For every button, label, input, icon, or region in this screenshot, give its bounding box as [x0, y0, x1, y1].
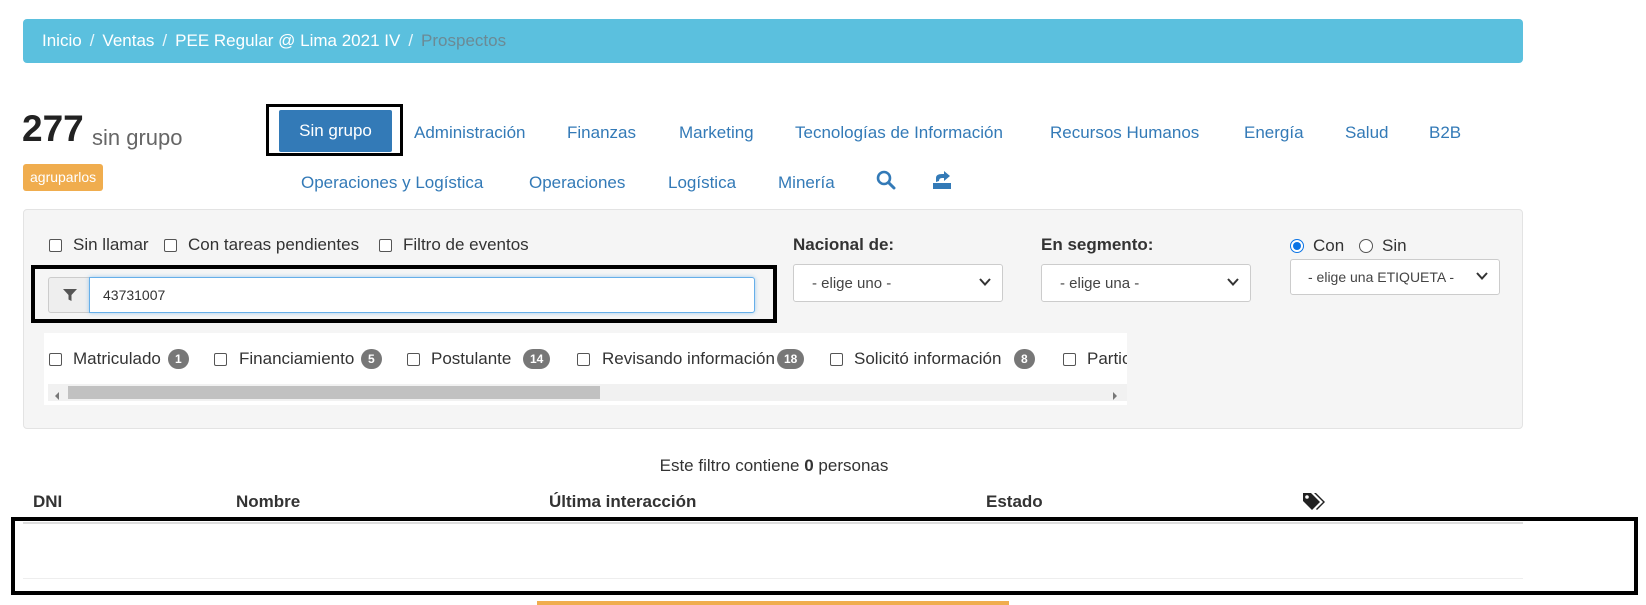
tab-sin-grupo[interactable]: Sin grupo: [279, 110, 392, 152]
chevron-down-icon: [978, 275, 992, 293]
summary-prefix: Este filtro contiene: [659, 456, 800, 475]
tags-icon: [1302, 491, 1326, 516]
status-checkbox[interactable]: [49, 353, 62, 366]
tab-recursos-humanos[interactable]: Recursos Humanos: [1050, 123, 1199, 143]
tag-sin-radio[interactable]: [1359, 239, 1373, 253]
tab-administracion[interactable]: Administración: [414, 123, 526, 143]
tab-operaciones[interactable]: Operaciones: [529, 173, 625, 193]
tab-marketing[interactable]: Marketing: [679, 123, 754, 143]
column-estado[interactable]: Estado: [986, 492, 1043, 512]
tab-energia[interactable]: Energía: [1244, 123, 1304, 143]
prospect-count-label: sin grupo: [92, 125, 183, 150]
filtro-eventos-label: Filtro de eventos: [403, 235, 529, 254]
filter-icon: [48, 277, 90, 313]
tag-select-value: - elige una ETIQUETA -: [1308, 269, 1455, 285]
breadcrumb-ventas[interactable]: Ventas: [102, 31, 154, 51]
segmento-label: En segmento:: [1041, 235, 1154, 254]
tab-salud[interactable]: Salud: [1345, 123, 1388, 143]
tag-con-radio[interactable]: [1290, 239, 1304, 253]
tab-tecnologias[interactable]: Tecnologías de Información: [795, 123, 1003, 143]
chevron-down-icon: [1226, 275, 1240, 293]
prospect-count: 277: [22, 108, 84, 149]
scrollbar-thumb[interactable]: [68, 386, 600, 399]
chevron-down-icon: [1475, 269, 1489, 286]
status-count-badge: 8: [1014, 349, 1035, 369]
segmento-select-value: - elige una -: [1060, 274, 1140, 292]
tab-b2b[interactable]: B2B: [1429, 123, 1461, 143]
tag-select[interactable]: - elige una ETIQUETA -: [1290, 259, 1500, 295]
nacional-select-value: - elige uno -: [812, 274, 892, 292]
status-label: Partic: [1087, 349, 1127, 368]
column-nombre[interactable]: Nombre: [236, 492, 300, 512]
search-icon[interactable]: [876, 170, 896, 195]
status-label: Revisando información: [602, 349, 775, 368]
scroll-left-icon[interactable]: [53, 388, 61, 406]
breadcrumb-separator: /: [408, 31, 414, 50]
tag-con-label: Con: [1313, 236, 1345, 255]
tab-operaciones-logistica[interactable]: Operaciones y Logística: [301, 173, 483, 193]
tag-sin-label: Sin: [1382, 236, 1407, 255]
breadcrumb-separator: /: [89, 31, 95, 50]
bottom-action-edge: [537, 601, 1009, 605]
tareas-pendientes-checkbox[interactable]: [164, 239, 177, 252]
breadcrumb: Inicio / Ventas / PEE Regular @ Lima 202…: [23, 19, 1523, 63]
segmento-select[interactable]: - elige una -: [1041, 264, 1251, 302]
tab-logistica[interactable]: Logística: [668, 173, 736, 193]
column-dni[interactable]: DNI: [33, 492, 62, 512]
breadcrumb-inicio[interactable]: Inicio: [42, 31, 82, 51]
tareas-pendientes-label: Con tareas pendientes: [188, 235, 360, 254]
status-count-badge: 14: [523, 349, 551, 369]
summary-suffix: personas: [818, 456, 889, 475]
breadcrumb-separator: /: [162, 31, 168, 50]
empty-row-highlight: [11, 517, 1638, 595]
status-label: Postulante: [431, 349, 512, 368]
status-checkbox[interactable]: [407, 353, 420, 366]
status-label: Matriculado: [73, 349, 161, 368]
status-label: Financiamiento: [239, 349, 355, 368]
filter-summary: Este filtro contiene 0 personas: [0, 456, 1548, 476]
status-checkbox[interactable]: [577, 353, 590, 366]
search-input[interactable]: [89, 277, 755, 313]
status-count-badge: 1: [168, 349, 189, 369]
sin-llamar-checkbox[interactable]: [49, 239, 62, 252]
status-checkbox[interactable]: [1063, 353, 1076, 366]
breadcrumb-program[interactable]: PEE Regular @ Lima 2021 IV: [175, 31, 400, 51]
column-ultima-interaccion[interactable]: Última interacción: [549, 492, 696, 512]
breadcrumb-current: Prospectos: [421, 31, 507, 50]
tab-mineria[interactable]: Minería: [778, 173, 835, 193]
scroll-right-icon[interactable]: [1111, 388, 1119, 406]
group-them-button[interactable]: agruparlos: [23, 164, 104, 191]
status-checkbox[interactable]: [214, 353, 227, 366]
status-count-badge: 5: [361, 349, 382, 369]
filtro-eventos-checkbox[interactable]: [379, 239, 392, 252]
summary-count: 0: [804, 456, 814, 475]
status-count-badge: 18: [777, 349, 805, 369]
nacional-select[interactable]: - elige uno -: [793, 264, 1003, 302]
table-row: [23, 578, 1523, 579]
tab-finanzas[interactable]: Finanzas: [567, 123, 636, 143]
export-icon[interactable]: [932, 170, 952, 195]
sin-llamar-label: Sin llamar: [73, 235, 149, 254]
status-checkbox[interactable]: [830, 353, 843, 366]
status-label: Solicitó información: [854, 349, 1002, 368]
nacional-label: Nacional de:: [793, 235, 895, 254]
